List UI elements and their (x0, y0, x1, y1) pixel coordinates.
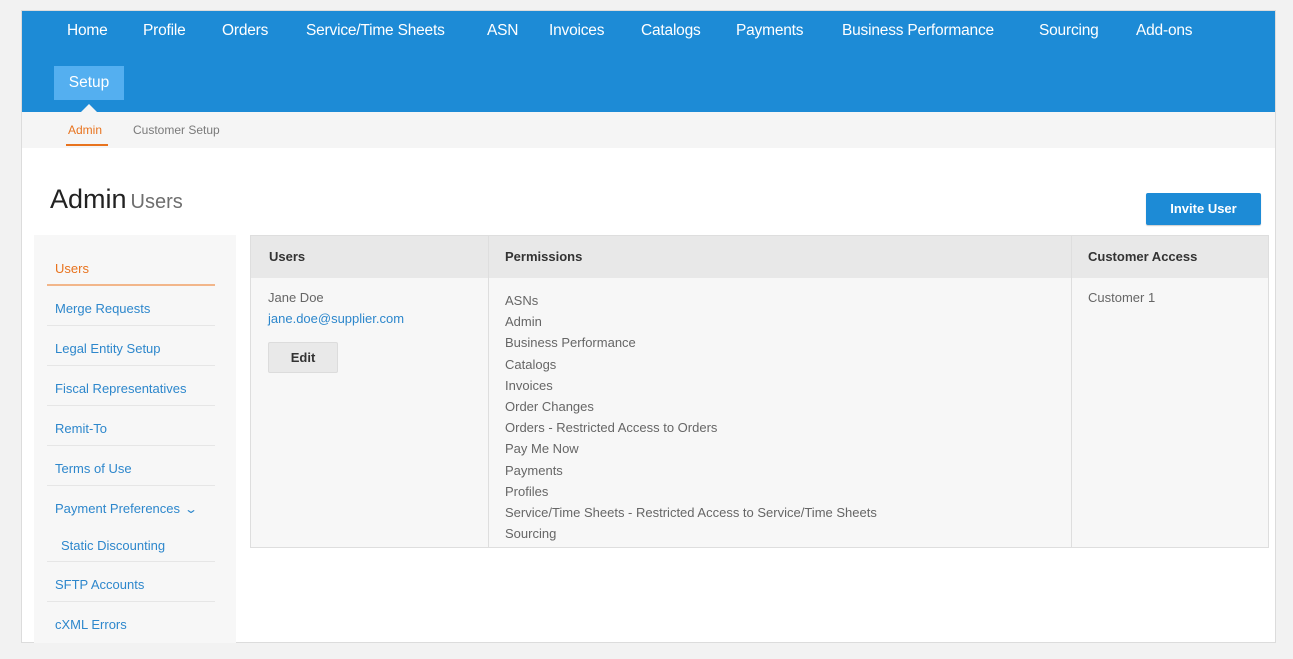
permission-item: Business Performance (505, 335, 636, 351)
nav-business-performance[interactable]: Business Performance (842, 22, 994, 40)
column-divider (488, 236, 489, 547)
permission-item: Service/Time Sheets - Restricted Access … (505, 504, 877, 520)
sidebar-active-line (47, 284, 215, 286)
divider (47, 405, 215, 406)
sidebar-item-label: Payment Preferences (55, 501, 181, 516)
sidebar-item-legal-entity-setup[interactable]: Legal Entity Setup (55, 341, 215, 356)
divider (47, 561, 215, 562)
nav-home[interactable]: Home (67, 22, 108, 40)
page-title-main: Admin (50, 184, 127, 214)
edit-user-button[interactable]: Edit (268, 342, 338, 373)
nav-invoices[interactable]: Invoices (549, 22, 604, 40)
sidebar-item-sftp-accounts[interactable]: SFTP Accounts (55, 577, 215, 592)
sidebar-item-fiscal-representatives[interactable]: Fiscal Representatives (55, 381, 215, 396)
nav-profile[interactable]: Profile (143, 22, 186, 40)
permission-item: Admin (505, 314, 542, 330)
permission-item: Sourcing (505, 526, 557, 542)
permission-item: Orders - Restricted Access to Orders (505, 420, 718, 436)
page-subtitle: Users (130, 191, 183, 213)
customer-access-value: Customer 1 (1088, 290, 1156, 305)
permission-item: Catalogs (505, 356, 557, 372)
column-divider (1071, 236, 1072, 547)
subnav-admin[interactable]: Admin (68, 123, 102, 137)
top-nav: Home Profile Orders Service/Time Sheets … (22, 11, 1275, 112)
nav-payments[interactable]: Payments (736, 22, 804, 40)
user-email-link[interactable]: jane.doe@supplier.com (268, 311, 404, 326)
divider (47, 485, 215, 486)
app-frame: Home Profile Orders Service/Time Sheets … (21, 10, 1276, 643)
active-tab-caret (81, 104, 97, 112)
permission-item: Order Changes (505, 398, 594, 414)
sidebar-item-cxml-errors[interactable]: cXML Errors (55, 617, 215, 632)
page-title: Admin Users (50, 184, 183, 215)
divider (47, 365, 215, 366)
sidebar-item-terms-of-use[interactable]: Terms of Use (55, 461, 215, 476)
permissions-list: ASNs Admin Business Performance Catalogs… (505, 290, 877, 544)
column-header-users: Users (269, 249, 306, 264)
users-table: Users Permissions Customer Access Jane D… (250, 235, 1269, 548)
divider (47, 601, 215, 602)
sidebar-item-merge-requests[interactable]: Merge Requests (55, 301, 215, 316)
divider (47, 325, 215, 326)
permission-item: Pay Me Now (505, 441, 579, 457)
sub-nav: Admin Customer Setup (22, 112, 1275, 148)
permission-item: Profiles (505, 483, 549, 499)
permission-item: Payments (505, 462, 563, 478)
subnav-active-underline (66, 144, 108, 146)
table-header: Users Permissions Customer Access (251, 236, 1268, 278)
column-header-customer-access: Customer Access (1088, 249, 1198, 264)
nav-orders[interactable]: Orders (222, 22, 268, 40)
column-header-permissions: Permissions (505, 249, 583, 264)
user-name: Jane Doe (268, 290, 324, 305)
nav-catalogs[interactable]: Catalogs (641, 22, 701, 40)
permission-item: Invoices (505, 377, 553, 393)
nav-add-ons[interactable]: Add-ons (1136, 22, 1193, 40)
nav-setup[interactable]: Setup (54, 66, 124, 100)
nav-service-time-sheets[interactable]: Service/Time Sheets (306, 22, 445, 40)
nav-asn[interactable]: ASN (487, 22, 518, 40)
sidebar-item-static-discounting[interactable]: Static Discounting (61, 538, 221, 553)
subnav-customer-setup[interactable]: Customer Setup (133, 123, 220, 137)
sidebar-item-remit-to[interactable]: Remit-To (55, 421, 215, 436)
sidebar-item-payment-preferences[interactable]: Payment Preferences ⌄ (55, 501, 215, 516)
invite-user-button[interactable]: Invite User (1146, 193, 1261, 225)
permission-item: ASNs (505, 293, 539, 308)
sidebar: Users Merge Requests Legal Entity Setup … (34, 235, 236, 643)
divider (47, 445, 215, 446)
chevron-down-icon[interactable]: ⌄ (184, 502, 198, 516)
nav-sourcing[interactable]: Sourcing (1039, 22, 1099, 40)
sidebar-item-users[interactable]: Users (55, 261, 215, 276)
